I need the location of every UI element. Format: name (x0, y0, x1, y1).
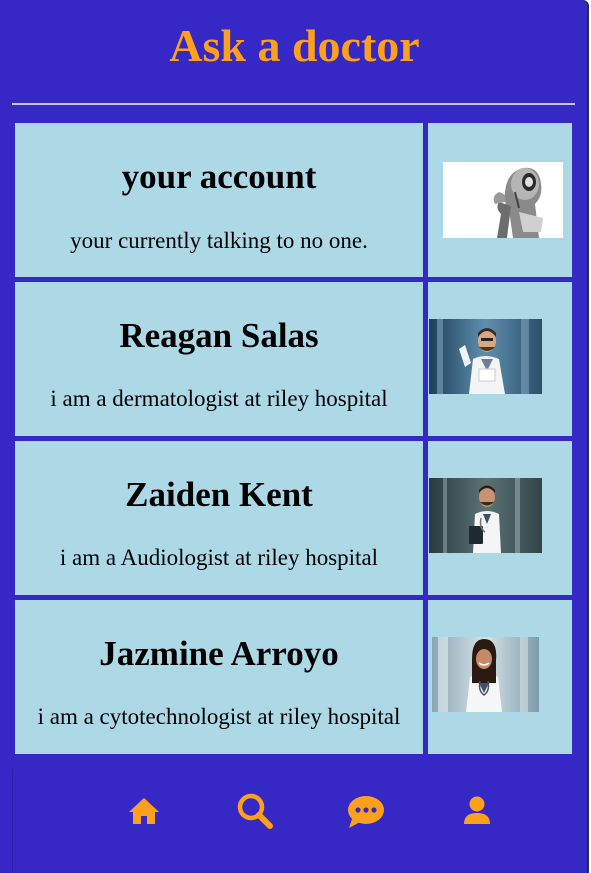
list-item-name: Zaiden Kent (125, 475, 313, 514)
list-item-name: Reagan Salas (119, 316, 319, 355)
list-item-image-cell[interactable] (427, 281, 573, 437)
list-item-image-cell[interactable] (427, 440, 573, 596)
list-item-text-cell[interactable]: your account your currently talking to n… (14, 122, 424, 278)
user-icon (464, 796, 490, 824)
list-item-zaiden-kent[interactable]: Zaiden Kent i am a Audiologist at riley … (14, 440, 573, 596)
home-icon (129, 798, 159, 824)
bottom-nav-bar (12, 769, 578, 873)
female-doctor-image (432, 637, 539, 712)
search-icon (237, 793, 273, 829)
list-item-description: i am a dermatologist at riley hospital (50, 386, 388, 411)
list-item-name: Jazmine Arroyo (99, 634, 339, 673)
robot-thinker-image (443, 162, 563, 238)
profile-button[interactable] (457, 791, 497, 831)
page-title: Ask a doctor (169, 20, 420, 71)
list-item-text-cell[interactable]: Jazmine Arroyo i am a cytotechnologist a… (14, 599, 424, 755)
list-item-text-cell[interactable]: Zaiden Kent i am a Audiologist at riley … (14, 440, 424, 596)
list-item-reagan-salas[interactable]: Reagan Salas i am a dermatologist at ril… (14, 281, 573, 437)
list-item-your-account[interactable]: your account your currently talking to n… (14, 122, 573, 278)
app-window: Ask a doctor your account your currently… (0, 0, 589, 873)
male-doctor-glasses-image (429, 319, 542, 394)
search-button[interactable] (235, 791, 275, 831)
chat-button[interactable] (346, 791, 386, 831)
chat-icon (348, 796, 384, 828)
home-button[interactable] (124, 791, 164, 831)
list-item-name: your account (121, 157, 317, 196)
list-item-image-cell[interactable] (427, 599, 573, 755)
list-item-jazmine-arroyo[interactable]: Jazmine Arroyo i am a cytotechnologist a… (14, 599, 573, 755)
list-item-description: i am a cytotechnologist at riley hospita… (37, 704, 401, 729)
list-item-image-cell[interactable] (427, 122, 573, 278)
header-divider (12, 103, 575, 105)
list-item-description: i am a Audiologist at riley hospital (59, 545, 379, 570)
list-item-description: your currently talking to no one. (70, 228, 368, 253)
list-item-text-cell[interactable]: Reagan Salas i am a dermatologist at ril… (14, 281, 424, 437)
male-doctor-tablet-image (429, 478, 542, 553)
